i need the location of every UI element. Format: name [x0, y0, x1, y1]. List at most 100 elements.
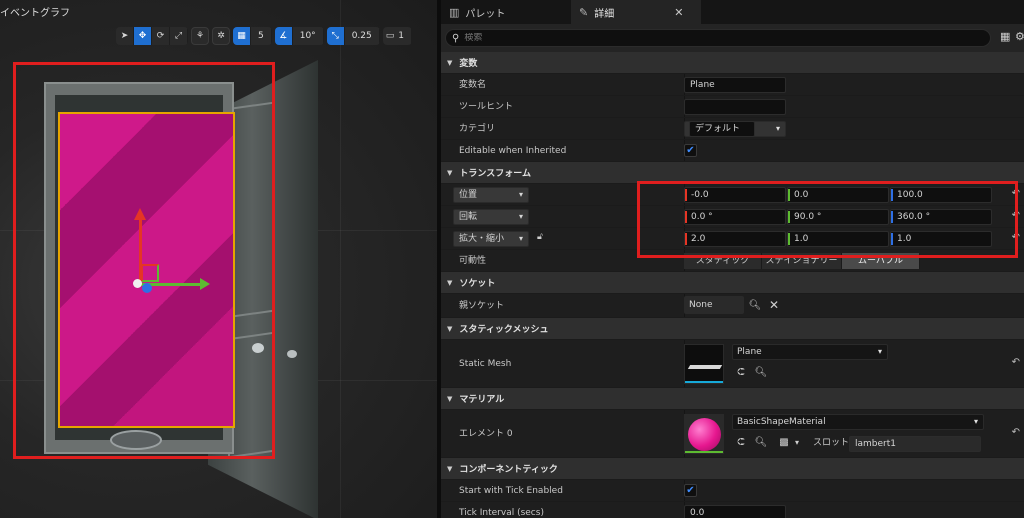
row-variable-name: 変数名 Plane [441, 74, 1024, 96]
surface-snap-icon: ✲ [217, 31, 225, 41]
camera-speed-button[interactable]: ▭ 1 [382, 27, 412, 45]
use-selected-icon[interactable]: ⮈ [734, 366, 748, 380]
section-variable[interactable]: ▼ 変数 [441, 52, 1024, 74]
scale-mode-dropdown[interactable]: 拡大・縮小 ▾ [453, 231, 529, 247]
search-row: ⚲ [441, 26, 1024, 50]
chevron-down-icon[interactable]: ▾ [790, 436, 804, 450]
material-thumbnail[interactable] [684, 414, 724, 454]
angle-snap-value[interactable]: 10° [292, 27, 324, 45]
surface-snap-button[interactable]: ✲ [212, 27, 230, 45]
material-sphere-preview [688, 418, 721, 451]
static-mesh-dropdown[interactable]: Plane ▾ [732, 344, 888, 360]
grid-snap-group: ▦ 5 [233, 27, 272, 45]
collapse-triangle-icon: ▼ [447, 168, 453, 177]
scale-snap-group: ⤡ 0.25 [326, 27, 380, 45]
material-options-icon[interactable]: ▩ [777, 436, 791, 450]
property-list: ▼ 変数 変数名 Plane ツールヒント カテゴリ デフォルト ▾ Edita… [441, 52, 1024, 518]
tab-details[interactable]: ✎ 詳細 ✕ [571, 0, 701, 24]
search-input[interactable] [464, 33, 945, 43]
chevron-down-icon: ▾ [775, 124, 780, 133]
grid-snap-value[interactable]: 5 [251, 27, 272, 45]
chevron-down-icon: ▾ [518, 234, 523, 243]
section-static-mesh[interactable]: ▼ スタティックメッシュ [441, 318, 1024, 340]
grid-icon: ▦ [237, 31, 246, 41]
tick-interval-field[interactable]: 0.0 [684, 505, 786, 518]
chevron-down-icon: ▾ [518, 212, 523, 221]
world-icon: ⚘ [195, 31, 205, 41]
transform-mode-group: ➤ ✥ ⟳ ⤢ [116, 27, 188, 45]
rotation-mode-dropdown[interactable]: 回転 ▾ [453, 209, 529, 225]
variable-name-field[interactable]: Plane [684, 77, 786, 93]
check-icon: ✔ [686, 485, 695, 496]
close-icon[interactable]: ✕ [674, 6, 683, 19]
coordinate-space-button[interactable]: ⚘ [191, 27, 209, 45]
collapse-triangle-icon: ▼ [447, 58, 453, 67]
grid-line [340, 0, 341, 518]
viewport-toolbar: ➤ ✥ ⟳ ⤢ ⚘ ✲ ▦ 5 ∡ 10° ⤡ 0.25 ▭ 1 [116, 27, 415, 45]
scale-mode-button[interactable]: ⤢ [170, 27, 188, 45]
scale-snap-toggle[interactable]: ⤡ [326, 27, 345, 45]
annotation-highlight-box [637, 181, 1018, 258]
property-matrix-icon[interactable]: ▦ [1000, 30, 1010, 43]
section-component-tick[interactable]: ▼ コンポーネントティック [441, 458, 1024, 480]
translate-mode-button[interactable]: ✥ [134, 27, 152, 45]
collapse-triangle-icon: ▼ [447, 464, 453, 473]
slot-name-field[interactable]: lambert1 [849, 436, 981, 452]
palette-icon: ▥ [449, 5, 460, 19]
reset-arrow-icon[interactable]: ↶ [1012, 427, 1020, 438]
parent-socket-field[interactable]: None [684, 296, 744, 314]
move-icon: ✥ [138, 31, 147, 41]
rotate-mode-button[interactable]: ⟳ [152, 27, 170, 45]
collapse-triangle-icon: ▼ [447, 394, 453, 403]
mesh-thumbnail[interactable] [684, 344, 724, 384]
chevron-down-icon: ▾ [877, 347, 882, 356]
chevron-down-icon: ▾ [973, 417, 978, 426]
search-box[interactable]: ⚲ [445, 29, 991, 47]
angle-icon: ∡ [279, 31, 288, 41]
chevron-down-icon: ▾ [518, 190, 523, 199]
plane-preview-icon [687, 365, 723, 369]
category-dropdown[interactable]: デフォルト ▾ [684, 121, 786, 137]
camera-icon: ▭ [385, 31, 395, 41]
row-tick-interval: Tick Interval (secs) 0.0 [441, 502, 1024, 518]
location-mode-dropdown[interactable]: 位置 ▾ [453, 187, 529, 203]
use-selected-icon[interactable]: ⮈ [734, 436, 748, 450]
search-icon: ⚲ [452, 32, 460, 44]
level-viewport[interactable]: イベントグラフ ➤ ✥ ⟳ ⤢ ⚘ ✲ ▦ 5 ∡ 10° ⤡ 0.25 ▭ 1 [0, 0, 437, 518]
settings-icon[interactable]: ⚙ [1015, 30, 1024, 43]
unlock-icon[interactable]: 🔓︎ [537, 232, 543, 242]
browse-asset-icon[interactable]: 🔍︎ [754, 436, 768, 450]
cursor-icon: ➤ [120, 31, 129, 41]
start-tick-checkbox[interactable]: ✔ [684, 484, 697, 497]
scale-icon: ⤢ [174, 31, 183, 41]
tooltip-field[interactable] [684, 99, 786, 115]
row-tooltip: ツールヒント [441, 96, 1024, 118]
row-editable-when-inherited: Editable when Inherited ✔ [441, 140, 1024, 162]
row-start-with-tick: Start with Tick Enabled ✔ [441, 480, 1024, 502]
clear-icon[interactable]: ✕ [767, 298, 781, 312]
material-dropdown[interactable]: BasicShapeMaterial ▾ [732, 414, 984, 430]
section-socket[interactable]: ▼ ソケット [441, 272, 1024, 294]
tab-bar: ▥ パレット ✎ 詳細 ✕ [441, 0, 1024, 24]
collapse-triangle-icon: ▼ [447, 324, 453, 333]
browse-socket-icon[interactable]: 🔍︎ [748, 299, 762, 313]
reset-arrow-icon[interactable]: ↶ [1012, 357, 1020, 368]
details-panel: ▥ パレット ✎ 詳細 ✕ ⚲ ▦ ⚙ ▼ 変数 変数名 Plane ツールヒン… [441, 0, 1024, 518]
camera-speed-group: ▭ 1 [382, 27, 412, 45]
scale-snap-value[interactable]: 0.25 [344, 27, 380, 45]
angle-snap-group: ∡ 10° [274, 27, 324, 45]
viewport-title: イベントグラフ [0, 8, 70, 19]
row-material-element: エレメント 0 BasicShapeMaterial ▾ ⮈ 🔍︎ ▩ ▾ スロ… [441, 410, 1024, 458]
browse-asset-icon[interactable]: 🔍︎ [754, 366, 768, 380]
annotation-highlight-box [13, 62, 275, 459]
angle-snap-toggle[interactable]: ∡ [274, 27, 293, 45]
row-parent-socket: 親ソケット None 🔍︎ ✕ [441, 294, 1024, 318]
grid-snap-toggle[interactable]: ▦ [233, 27, 251, 45]
pencil-icon: ✎ [579, 5, 589, 19]
collapse-triangle-icon: ▼ [447, 278, 453, 287]
tab-palette[interactable]: ▥ パレット [441, 0, 571, 24]
check-icon: ✔ [686, 145, 695, 156]
editable-checkbox[interactable]: ✔ [684, 144, 697, 157]
select-mode-button[interactable]: ➤ [116, 27, 134, 45]
section-material[interactable]: ▼ マテリアル [441, 388, 1024, 410]
